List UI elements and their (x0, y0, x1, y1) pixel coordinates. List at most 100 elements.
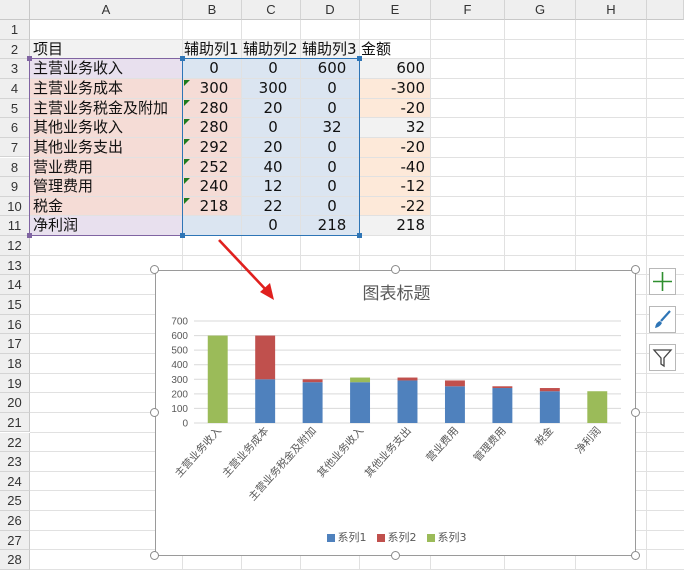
bar-系列2 (397, 377, 418, 381)
table-cell-amount[interactable]: 600 (363, 59, 431, 79)
chart-elements-button[interactable] (649, 268, 676, 295)
bar-系列3 (587, 391, 608, 423)
column-header-B[interactable]: B (183, 0, 242, 20)
row-header-1[interactable]: 1 (0, 20, 30, 40)
legend-label: 系列3 (437, 531, 467, 544)
bar-系列1 (397, 380, 418, 423)
row-header-17[interactable]: 17 (0, 334, 30, 354)
x-tick-label: 主营业务收入 (172, 424, 224, 480)
filter-icon (652, 349, 673, 368)
chart-legend[interactable]: 系列1 系列2 系列3 (156, 529, 637, 545)
chart-resize-handle[interactable] (631, 265, 640, 274)
row-header-10[interactable]: 10 (0, 196, 30, 217)
row-header-27[interactable]: 27 (0, 530, 30, 551)
range-handle[interactable] (357, 233, 362, 239)
chart-resize-handle[interactable] (390, 551, 400, 560)
row-header-12[interactable]: 12 (0, 236, 30, 256)
bar-系列2 (255, 335, 276, 380)
column-header-D[interactable]: D (301, 0, 360, 20)
chart-resize-handle[interactable] (150, 551, 159, 560)
column-header-C[interactable]: C (242, 0, 301, 20)
y-tick-label: 200 (171, 389, 188, 400)
legend-item[interactable]: 系列3 (426, 529, 467, 545)
column-header-E[interactable]: E (360, 0, 431, 20)
table-header-cell[interactable]: 辅助列1 (184, 40, 243, 60)
legend-item[interactable]: 系列1 (326, 529, 367, 545)
table-header-cell[interactable]: 项目 (33, 40, 186, 60)
column-header-H[interactable]: H (576, 0, 647, 20)
bar-系列1 (539, 391, 560, 423)
table-header-cell[interactable]: 辅助列2 (243, 40, 302, 60)
row-header-19[interactable]: 19 (0, 373, 30, 394)
table-cell-amount[interactable]: -12 (363, 177, 431, 197)
row-header-14[interactable]: 14 (0, 275, 30, 295)
column-header-A[interactable]: A (30, 0, 183, 20)
range-handle[interactable] (180, 233, 185, 239)
chart-resize-handle[interactable] (390, 265, 400, 274)
table-cell-amount[interactable]: -40 (363, 158, 431, 178)
y-tick-label: 700 (171, 317, 188, 328)
table-cell-amount[interactable]: -20 (363, 99, 431, 119)
row-header-15[interactable]: 15 (0, 295, 30, 315)
bar-系列1 (444, 386, 465, 423)
table-cell-amount[interactable]: -300 (363, 79, 431, 99)
chart-resize-handle[interactable] (631, 408, 640, 417)
table-cell-amount[interactable]: -20 (363, 138, 431, 158)
select-all-corner[interactable] (0, 0, 30, 20)
column-header-F[interactable]: F (431, 0, 505, 20)
x-tick-label: 其他业务收入 (314, 424, 366, 480)
legend-item[interactable]: 系列2 (376, 529, 417, 545)
row-header-4[interactable]: 4 (0, 78, 30, 99)
bar-系列3 (350, 377, 371, 383)
range-handle[interactable] (27, 56, 32, 62)
table-cell-amount[interactable]: 218 (363, 216, 431, 236)
brush-icon (655, 310, 671, 328)
row-header-7[interactable]: 7 (0, 137, 30, 158)
range-handle[interactable] (27, 233, 32, 239)
red-arrow-icon (218, 239, 274, 300)
y-tick-label: 600 (171, 331, 188, 342)
row-header-22[interactable]: 22 (0, 432, 30, 453)
bar-系列2 (492, 386, 513, 389)
row-header-8[interactable]: 8 (0, 157, 30, 178)
plus-icon (653, 272, 672, 291)
row-header-24[interactable]: 24 (0, 471, 30, 492)
row-header-23[interactable]: 23 (0, 452, 30, 472)
legend-swatch (326, 534, 335, 542)
row-header-2[interactable]: 2 (0, 39, 30, 60)
y-tick-label: 500 (171, 346, 188, 357)
x-tick-label: 营业费用 (423, 424, 461, 464)
chart-filters-button[interactable] (649, 344, 676, 371)
row-header-6[interactable]: 6 (0, 118, 30, 138)
row-header-9[interactable]: 9 (0, 177, 30, 197)
chart-area[interactable]: 图表标题 0 100 200 300 400 500 600 700 主营业务收入 主营业务成本主… (155, 270, 636, 556)
row-header-25[interactable]: 25 (0, 491, 30, 512)
x-tick-label: 净利润 (573, 424, 604, 456)
bar-系列3 (207, 335, 228, 423)
row-header-18[interactable]: 18 (0, 353, 30, 374)
row-header-11[interactable]: 11 (0, 216, 30, 237)
table-cell-amount[interactable]: -22 (363, 197, 431, 217)
x-tick-label: 税金 (532, 424, 556, 449)
row-header-5[interactable]: 5 (0, 98, 30, 119)
chart-resize-handle[interactable] (631, 551, 640, 560)
row-header-16[interactable]: 16 (0, 314, 30, 335)
x-tick-label: 主营业务成本 (220, 424, 272, 480)
table-header-cell[interactable]: 金额 (361, 40, 432, 60)
row-header-20[interactable]: 20 (0, 393, 30, 413)
row-header-21[interactable]: 21 (0, 412, 30, 433)
chart-resize-handle[interactable] (150, 408, 159, 417)
range-handle[interactable] (180, 56, 185, 62)
row-header-3[interactable]: 3 (0, 59, 30, 79)
column-header-G[interactable]: G (505, 0, 576, 20)
row-header-13[interactable]: 13 (0, 255, 30, 276)
values-range-highlight (182, 58, 360, 237)
table-header-cell[interactable]: 辅助列3 (302, 40, 361, 60)
bar-系列1 (492, 388, 513, 423)
row-header-26[interactable]: 26 (0, 511, 30, 531)
chart-styles-button[interactable] (649, 306, 676, 333)
chart-resize-handle[interactable] (150, 265, 159, 274)
row-header-28[interactable]: 28 (0, 550, 30, 570)
table-cell-amount[interactable]: 32 (363, 118, 431, 138)
range-handle[interactable] (357, 56, 362, 62)
